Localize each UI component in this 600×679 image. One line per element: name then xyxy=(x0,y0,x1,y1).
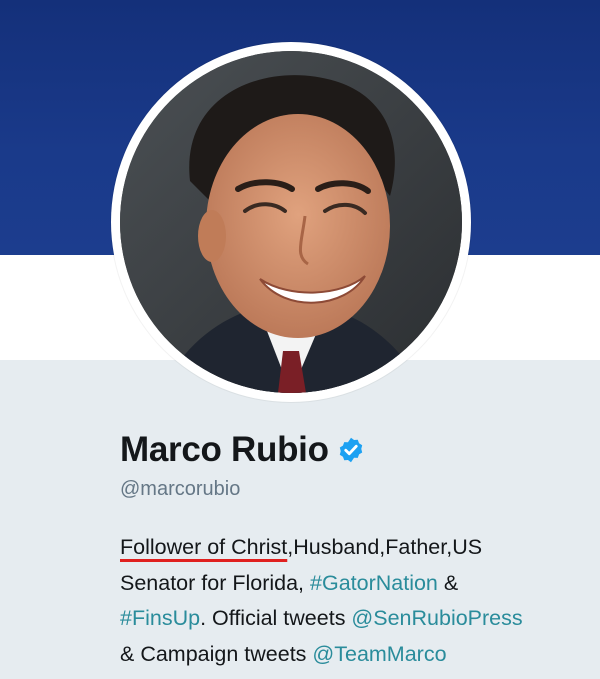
bio-text: ,Husband,Father,US xyxy=(287,535,483,559)
mention-link[interactable]: @SenRubioPress xyxy=(351,606,522,630)
bio-text: & Campaign tweets xyxy=(120,641,313,666)
bio-highlight-text: Follower of Christ xyxy=(120,535,288,559)
hashtag-link[interactable]: #GatorNation xyxy=(310,571,438,595)
hashtag-link[interactable]: #FinsUp xyxy=(120,606,200,630)
mention-link[interactable]: @TeamMarco xyxy=(312,642,446,666)
bio-text: Senator for Florida, xyxy=(120,570,311,595)
profile-bio: Follower of Christ,Husband,Father,US Sen… xyxy=(120,530,590,672)
verified-badge-icon xyxy=(337,436,365,464)
profile-handle[interactable]: @marcorubio xyxy=(120,478,240,501)
bio-text: & xyxy=(437,570,459,595)
profile-name[interactable]: Marco Rubio xyxy=(120,430,329,470)
profile-name-row: Marco Rubio xyxy=(120,424,365,476)
profile-photo xyxy=(120,51,462,393)
bio-text: . Official tweets xyxy=(200,606,352,630)
avatar[interactable] xyxy=(120,51,462,393)
